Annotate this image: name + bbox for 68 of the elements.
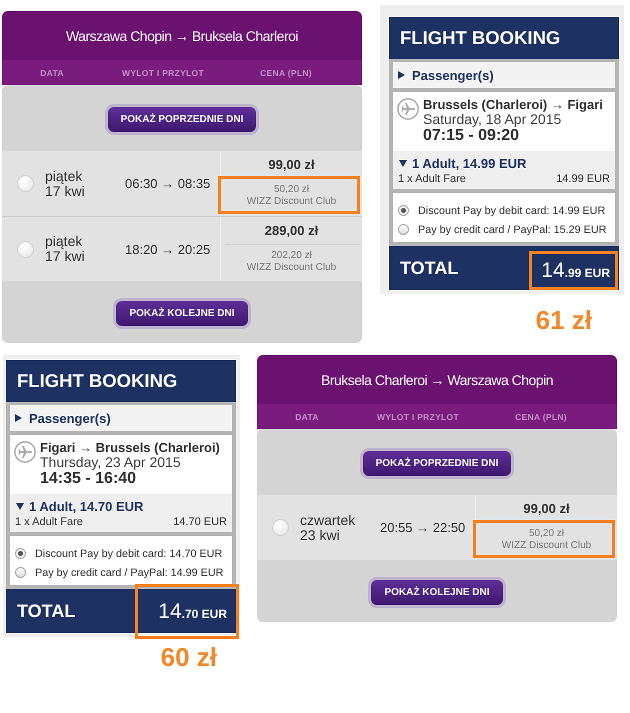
flight-times: 18:20 → 20:25 xyxy=(125,242,210,256)
fare-toggle[interactable]: 1 Adult, 14.70 EUR xyxy=(11,498,227,515)
radio-button[interactable] xyxy=(398,224,409,235)
radio-button[interactable] xyxy=(17,175,34,192)
flight-times: 14:35 - 16:40 xyxy=(40,470,136,488)
radio-button[interactable] xyxy=(15,548,26,559)
total-label: TOTAL xyxy=(16,600,76,622)
date-label: 23 kwi xyxy=(300,528,340,542)
day-label: piątek xyxy=(45,234,82,249)
column-header: CENA (PLN) xyxy=(260,68,312,78)
total-amount: 14.99 EUR xyxy=(541,258,610,282)
flight-times: 06:30 → 08:35 xyxy=(125,176,210,191)
fare-price: 289,00 zł xyxy=(264,223,318,240)
flight-date: Thursday, 23 Apr 2015 xyxy=(40,455,181,470)
route-text: Figari → Brussels (Charleroi) xyxy=(40,440,220,455)
fare-label: 1 x Adult Fare xyxy=(15,515,83,529)
route-title: Warszawa Chopin → Bruksela Charleroi xyxy=(66,28,298,44)
fare-amount: 14.99 EUR xyxy=(556,172,610,186)
passengers-toggle[interactable]: Passenger(s) xyxy=(393,62,615,88)
booking-title: FLIGHT BOOKING xyxy=(389,17,619,59)
next-days-button[interactable]: POKAŻ KOLEJNE DNI xyxy=(368,577,506,608)
radio-button[interactable] xyxy=(17,240,34,258)
discount-price: 50,20 zł xyxy=(528,528,564,540)
payment-option-label: Discount Pay by debit card: 14.99 EUR xyxy=(418,204,606,216)
previous-days-button[interactable]: POKAŻ POPRZEDNIE DNI xyxy=(104,104,260,135)
discount-label: WIZZ Discount Club xyxy=(246,262,336,274)
fare-price: 99,00 zł xyxy=(268,157,315,174)
column-header: WYLOT I PRZYLOT xyxy=(377,412,459,422)
total-label: TOTAL xyxy=(399,258,458,278)
flight-times: 07:15 - 09:20 xyxy=(423,127,520,145)
next-days-button[interactable]: POKAŻ KOLEJNE DNI xyxy=(113,298,250,329)
plane-icon xyxy=(14,441,36,463)
previous-days-button[interactable]: POKAŻ POPRZEDNIE DNI xyxy=(360,448,514,479)
flight-date: Saturday, 18 Apr 2015 xyxy=(423,112,562,127)
date-label: 17 kwi xyxy=(45,184,85,198)
discount-price: 50,20 zł xyxy=(274,184,310,196)
route-text: Brussels (Charleroi) → Figari xyxy=(423,97,603,112)
price-annotation: 61 zł xyxy=(536,306,592,334)
flight-row[interactable]: piątek 17 kwi 18:20 → 20:25 289,00 zł 202,20 zł WIZZ Discount Club xyxy=(2,216,362,281)
discount-label: WIZZ Discount Club xyxy=(502,540,592,552)
fare-price: 99,00 zł xyxy=(523,501,570,518)
route-title: Bruksela Charleroi → Warszawa Chopin xyxy=(320,372,554,388)
radio-button[interactable] xyxy=(272,519,289,536)
day-label: piątek xyxy=(45,168,82,184)
day-label: czwartek xyxy=(300,512,356,528)
total-amount: 14.70 EUR xyxy=(158,600,227,624)
radio-button[interactable] xyxy=(398,205,409,216)
column-header: WYLOT I PRZYLOT xyxy=(122,68,204,78)
radio-button[interactable] xyxy=(15,567,26,578)
fare-label: 1 x Adult Fare xyxy=(398,172,466,186)
column-header: DATA xyxy=(295,412,319,422)
plane-icon xyxy=(397,98,419,120)
flight-times: 20:55 → 22:50 xyxy=(380,520,466,535)
payment-option-label: Pay by credit card / PayPal: 14.99 EUR xyxy=(35,566,224,578)
flight-row[interactable]: czwartek 23 kwi 20:55 → 22:50 99,00 zł 50,20 zł WIZZ Discount Club xyxy=(257,495,617,560)
passengers-toggle[interactable]: Passenger(s) xyxy=(10,405,232,431)
column-header: DATA xyxy=(40,68,64,78)
fare-amount: 14.70 EUR xyxy=(173,515,227,529)
column-header: CENA (PLN) xyxy=(515,412,567,422)
payment-option-label: Discount Pay by debit card: 14.70 EUR xyxy=(35,548,222,560)
fare-toggle[interactable]: 1 Adult, 14.99 EUR xyxy=(394,155,610,172)
flight-row[interactable]: piątek 17 kwi 06:30 → 08:35 99,00 zł 50,20 zł WIZZ Discount Club xyxy=(2,151,362,216)
discount-price: 202,20 zł xyxy=(271,250,312,262)
date-label: 17 kwi xyxy=(45,249,85,264)
payment-option-label: Pay by credit card / PayPal: 15.29 EUR xyxy=(418,224,606,236)
booking-title: FLIGHT BOOKING xyxy=(6,360,236,402)
price-annotation: 60 zł xyxy=(160,643,217,671)
discount-label: WIZZ Discount Club xyxy=(246,196,336,208)
